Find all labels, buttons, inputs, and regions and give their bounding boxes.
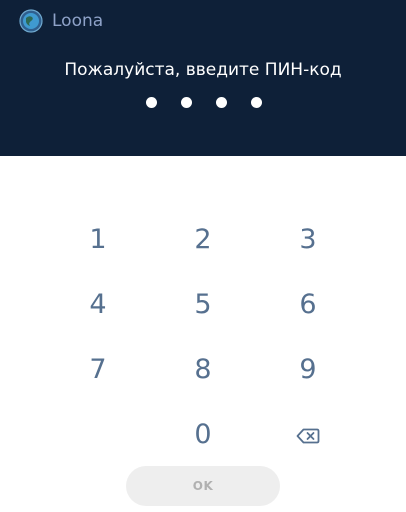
keypad-key-8[interactable]: 8 bbox=[163, 343, 243, 395]
pin-dot bbox=[251, 97, 262, 108]
loona-globe-icon bbox=[19, 9, 43, 33]
pin-dot bbox=[181, 97, 192, 108]
pin-prompt: Пожалуйста, введите ПИН-код bbox=[64, 60, 342, 80]
keypad-key-4[interactable]: 4 bbox=[58, 278, 138, 330]
keypad-key-0[interactable]: 0 bbox=[163, 408, 243, 460]
keypad-key-1[interactable]: 1 bbox=[58, 213, 138, 265]
keypad-key-7[interactable]: 7 bbox=[58, 343, 138, 395]
keypad-key-3[interactable]: 3 bbox=[268, 213, 348, 265]
keypad-key-5[interactable]: 5 bbox=[163, 278, 243, 330]
keypad-key-2[interactable]: 2 bbox=[163, 213, 243, 265]
pin-indicator bbox=[146, 97, 262, 109]
app-name: Loona bbox=[52, 11, 104, 31]
pin-dot bbox=[216, 97, 227, 108]
keypad-key-9[interactable]: 9 bbox=[268, 343, 348, 395]
backspace-icon bbox=[296, 428, 320, 444]
app-bar: Loona bbox=[19, 9, 103, 33]
keypad-key-6[interactable]: 6 bbox=[268, 278, 348, 330]
backspace-button[interactable] bbox=[268, 410, 348, 462]
ok-button[interactable]: OK bbox=[126, 466, 280, 506]
pin-header: Loona Пожалуйста, введите ПИН-код bbox=[0, 0, 406, 156]
pin-dot bbox=[146, 97, 157, 108]
